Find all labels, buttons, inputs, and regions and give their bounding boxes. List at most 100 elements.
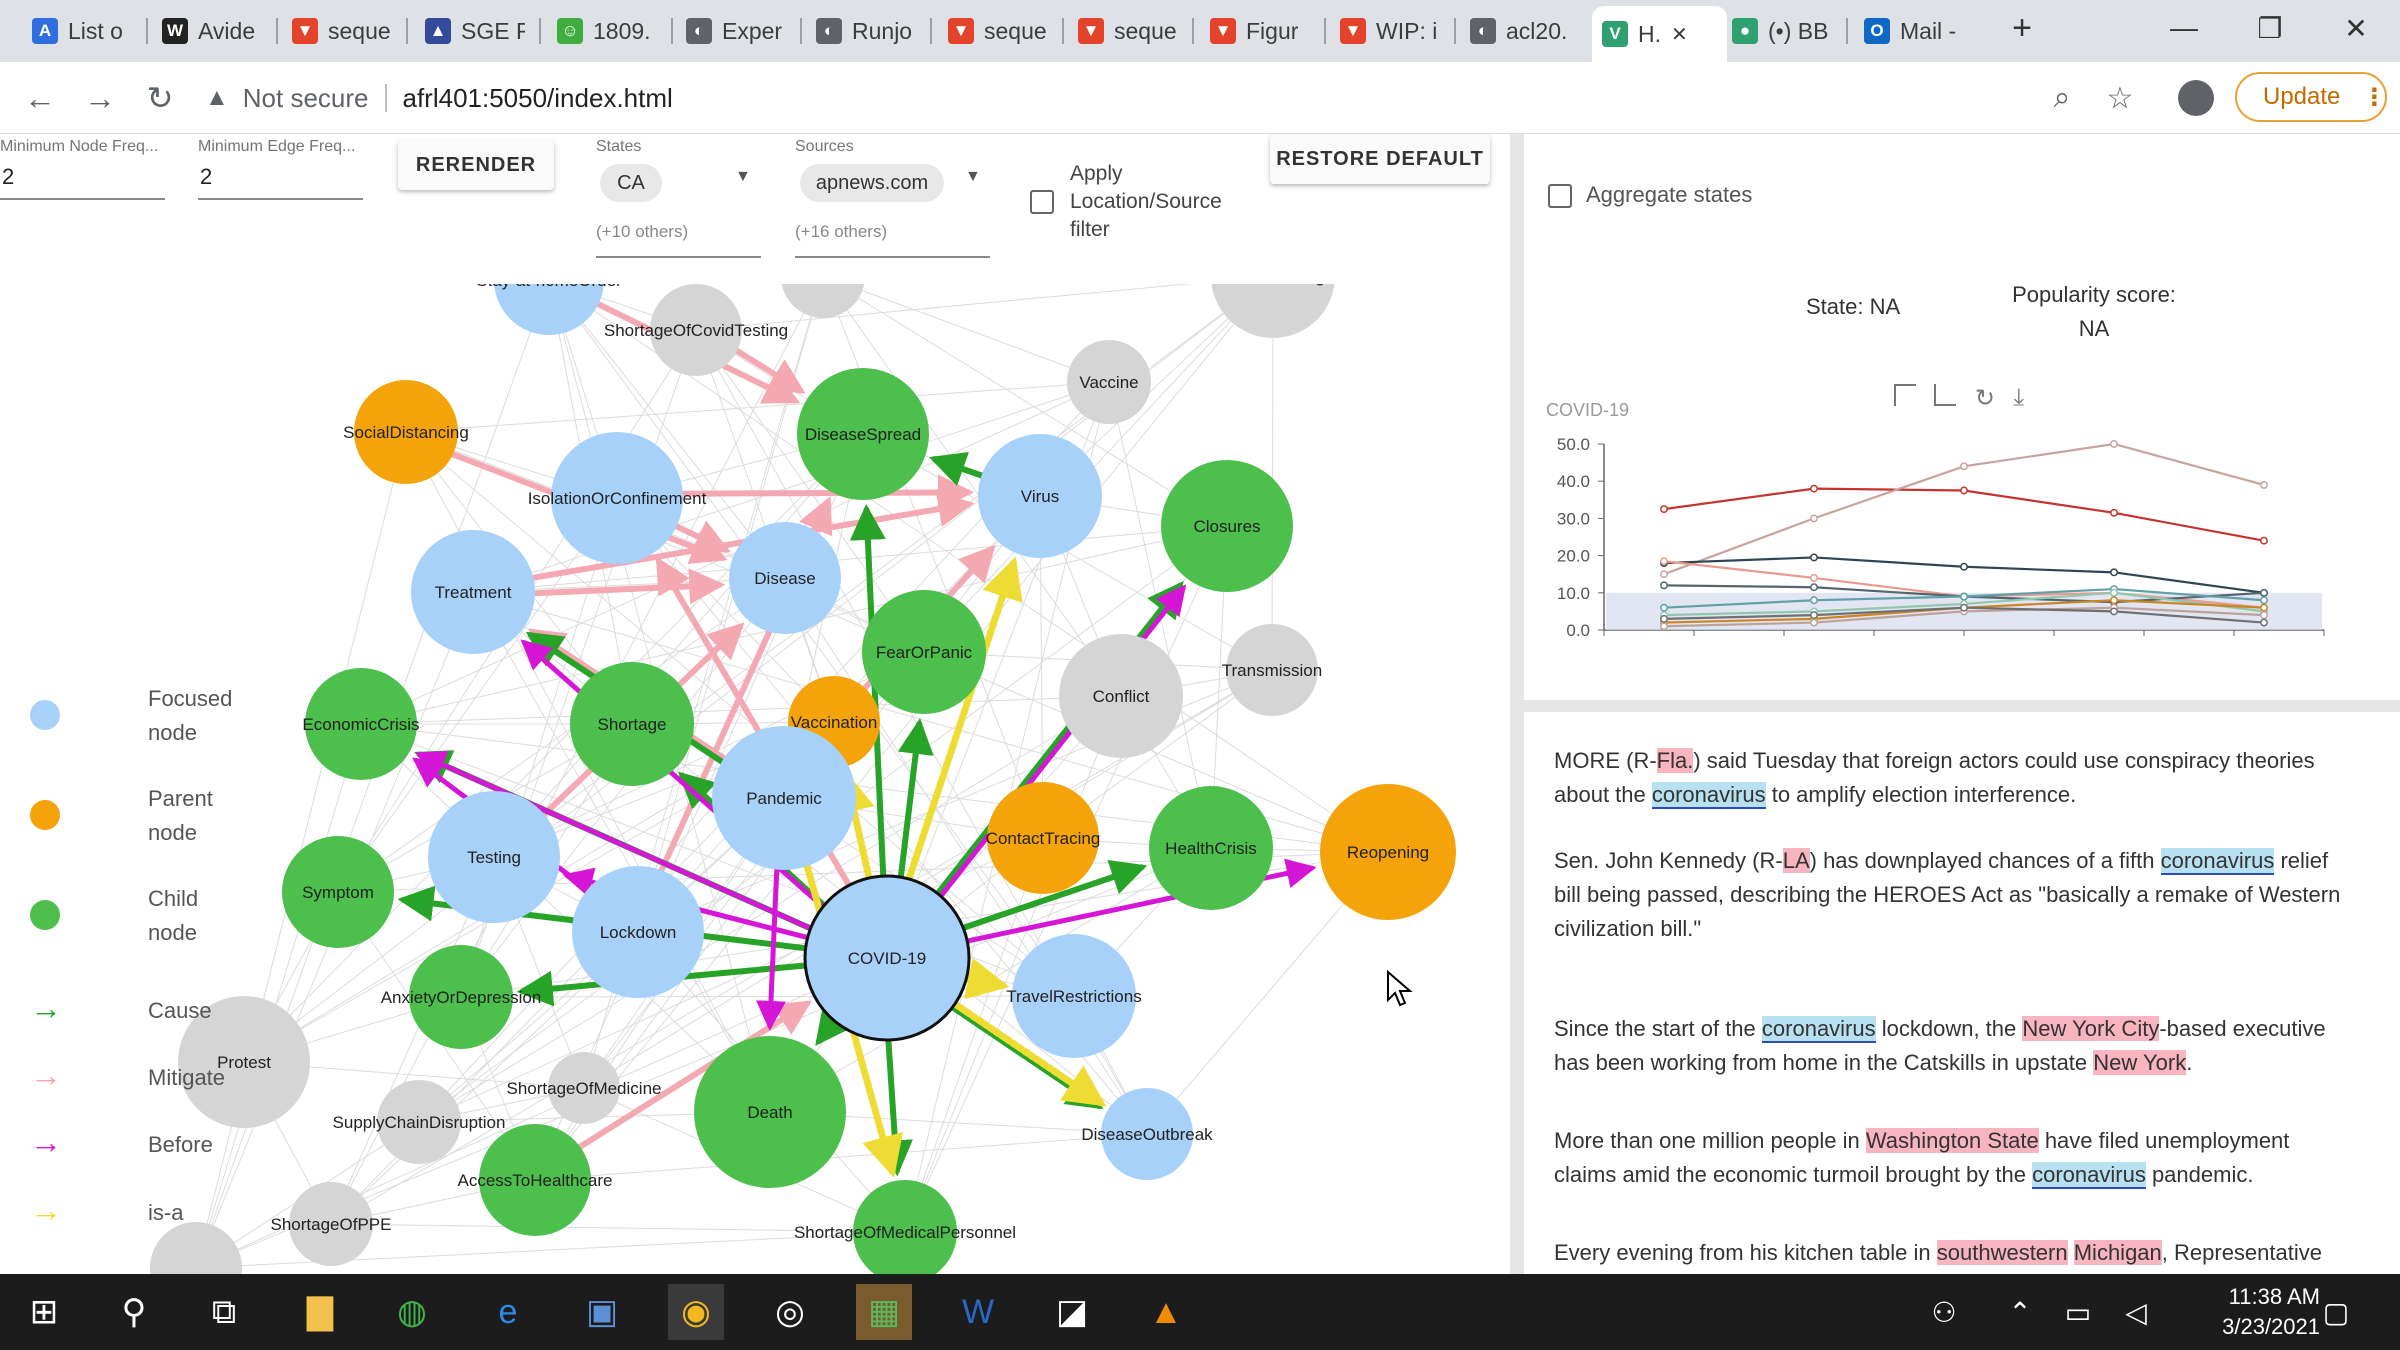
battery-icon[interactable]: ▭ — [2050, 1284, 2106, 1340]
globe-icon[interactable]: ◍ — [384, 1284, 440, 1340]
panel-divider[interactable] — [1510, 134, 1524, 1274]
min-edge-input[interactable]: 2 — [200, 164, 212, 190]
clapper-icon[interactable]: ◪ — [1044, 1284, 1100, 1340]
computer-icon[interactable]: ▣ — [574, 1284, 630, 1340]
node-disease[interactable]: Disease — [729, 522, 841, 634]
node-death[interactable]: Death — [694, 1036, 846, 1188]
citrix-icon[interactable]: ▦ — [856, 1284, 912, 1340]
node-closures[interactable]: Closures — [1161, 460, 1293, 592]
apply-filter-checkbox[interactable] — [1030, 190, 1054, 214]
background-edge — [534, 1133, 1148, 1181]
states-underline — [596, 256, 761, 258]
concept-graph[interactable]: Stay-at-homeOrder ShortageOfCovidTesting M… — [0, 284, 1510, 1274]
chrome-icon[interactable]: ◉ — [668, 1284, 724, 1340]
browser-tab[interactable]: O Mail - — [1854, 8, 1974, 54]
aggregate-states-checkbox[interactable] — [1548, 184, 1572, 208]
edge-icon[interactable]: e — [480, 1284, 536, 1340]
restore-icon[interactable]: ↻ — [1975, 385, 1995, 412]
close-window-button[interactable]: ✕ — [2326, 8, 2386, 48]
profile-avatar-icon[interactable] — [2174, 76, 2218, 120]
back-button[interactable]: ← — [18, 76, 62, 120]
node-covid[interactable]: COVID-19 — [803, 874, 971, 1042]
browser-tab[interactable]: ▼ seque — [938, 8, 1058, 54]
browser-tab[interactable]: ▼ WIP: i — [1330, 8, 1450, 54]
node-pandemic[interactable]: Pandemic — [712, 726, 856, 870]
browser-tab[interactable]: ▼ seque — [282, 8, 402, 54]
article-snippet[interactable]: More than one million people in Washingt… — [1554, 1124, 2354, 1192]
zoom-icon[interactable]: ⌕ — [2040, 76, 2084, 120]
new-tab-button[interactable]: + — [1992, 8, 2052, 48]
node-lockdown[interactable]: Lockdown — [572, 866, 704, 998]
browser-tab[interactable]: ▼ Figur — [1200, 8, 1320, 54]
node-personnel[interactable]: ShortageOfMedicalPersonnel — [794, 1180, 1016, 1274]
concept-highlight: coronavirus — [2160, 848, 2275, 875]
browser-tab[interactable]: A List o — [22, 8, 142, 54]
rerender-button[interactable]: RERENDER — [398, 140, 554, 190]
address-bar[interactable]: ▲ Not secure afrl401:5050/index.html — [205, 72, 2145, 124]
node-treatment[interactable]: Treatment — [411, 530, 535, 654]
states-dropdown-icon[interactable]: ▼ — [735, 168, 751, 186]
volume-icon[interactable]: ◁ — [2108, 1284, 2164, 1340]
close-tab-icon[interactable]: ✕ — [1671, 22, 1688, 47]
minimize-button[interactable]: — — [2154, 8, 2214, 48]
update-button[interactable]: Update ⋮ — [2235, 72, 2387, 122]
tab-separator — [1454, 18, 1456, 44]
node-topgray[interactable] — [781, 284, 865, 318]
url-separator — [384, 84, 387, 112]
browser-tab[interactable]: V H. ✕ — [1592, 6, 1727, 62]
bookmark-star-icon[interactable]: ☆ — [2098, 76, 2142, 120]
node-shortage[interactable]: Shortage — [570, 662, 694, 786]
source-chip[interactable]: apnews.com — [800, 164, 944, 202]
vlc-icon[interactable]: ▲ — [1138, 1284, 1194, 1340]
min-node-input[interactable]: 2 — [2, 164, 14, 190]
reload-button[interactable]: ↻ — [138, 76, 182, 120]
word-icon[interactable]: W — [950, 1284, 1006, 1340]
node-transmission[interactable]: Transmission — [1222, 624, 1322, 716]
browser-tab[interactable]: ◐ Runjo — [806, 8, 926, 54]
people-icon[interactable]: ⚇ — [1916, 1284, 1972, 1340]
node-conflict[interactable]: Conflict — [1059, 634, 1183, 758]
state-chip[interactable]: CA — [600, 164, 662, 202]
search-icon[interactable]: ⚲ — [106, 1284, 162, 1340]
node-reopening[interactable]: Reopening — [1320, 784, 1456, 920]
browser-tab[interactable]: ▼ seque — [1068, 8, 1188, 54]
task-view-icon[interactable]: ⧉ — [196, 1284, 252, 1340]
article-snippet[interactable]: MORE (R-Fla.) said Tuesday that foreign … — [1554, 744, 2354, 812]
sources-dropdown-icon[interactable]: ▼ — [965, 168, 981, 186]
node-supply[interactable]: SupplyChainDisruption — [333, 1080, 506, 1164]
maximize-button[interactable]: ❐ — [2240, 8, 2300, 48]
obs-icon[interactable]: ◎ — [762, 1284, 818, 1340]
tab-label: 1809. — [593, 17, 651, 44]
forward-button[interactable]: → — [78, 76, 122, 120]
legend-label: Parent node — [148, 786, 213, 845]
article-snippet[interactable]: Every evening from his kitchen table in … — [1554, 1236, 2354, 1274]
chat-icon: ● — [1732, 18, 1758, 44]
restore-default-button[interactable]: RESTORE DEFAULT — [1270, 134, 1490, 184]
zoom-reset-icon[interactable] — [1934, 384, 1957, 406]
node-travel[interactable]: TravelRestrictions — [1006, 934, 1142, 1058]
browser-tab[interactable]: W Avide — [152, 8, 272, 54]
node-healthcrisis[interactable]: HealthCrisis — [1149, 786, 1273, 910]
browser-tab[interactable]: ▲ SGE R — [415, 8, 535, 54]
node-spread[interactable]: DiseaseSpread — [797, 368, 929, 500]
download-icon[interactable]: ⤓ — [2013, 384, 2024, 411]
file-explorer-icon[interactable]: ▇ — [292, 1284, 348, 1340]
article-snippet[interactable]: Since the start of the coronavirus lockd… — [1554, 1012, 2354, 1080]
node-testing[interactable]: Testing — [428, 791, 560, 923]
node-virus[interactable]: Virus — [978, 434, 1102, 558]
legend-dot — [30, 900, 60, 930]
node-symptom[interactable]: Symptom — [282, 836, 394, 948]
node-vaccine[interactable]: Vaccine — [1067, 340, 1151, 424]
browser-tab[interactable]: ☺ 1809. — [547, 8, 667, 54]
browser-tab[interactable]: ◐ acl20. — [1460, 8, 1580, 54]
node-fear[interactable]: FearOrPanic — [862, 590, 986, 714]
chevron-up-icon[interactable]: ⌃ — [1992, 1284, 2048, 1340]
node-stay[interactable]: Stay-at-homeOrder — [476, 284, 622, 335]
article-snippet[interactable]: Sen. John Kennedy (R-LA) has downplayed … — [1554, 844, 2354, 946]
browser-tab[interactable]: ◐ Exper — [676, 8, 796, 54]
node-social[interactable]: SocialDistancing — [343, 380, 469, 484]
windows-start-icon[interactable]: ⊞ — [16, 1284, 72, 1340]
zoom-icon[interactable] — [1894, 384, 1916, 406]
browser-tab[interactable]: ● (•) BB — [1722, 8, 1842, 54]
system-clock[interactable]: 11:38 AM 3/23/2021 — [2222, 1282, 2320, 1342]
